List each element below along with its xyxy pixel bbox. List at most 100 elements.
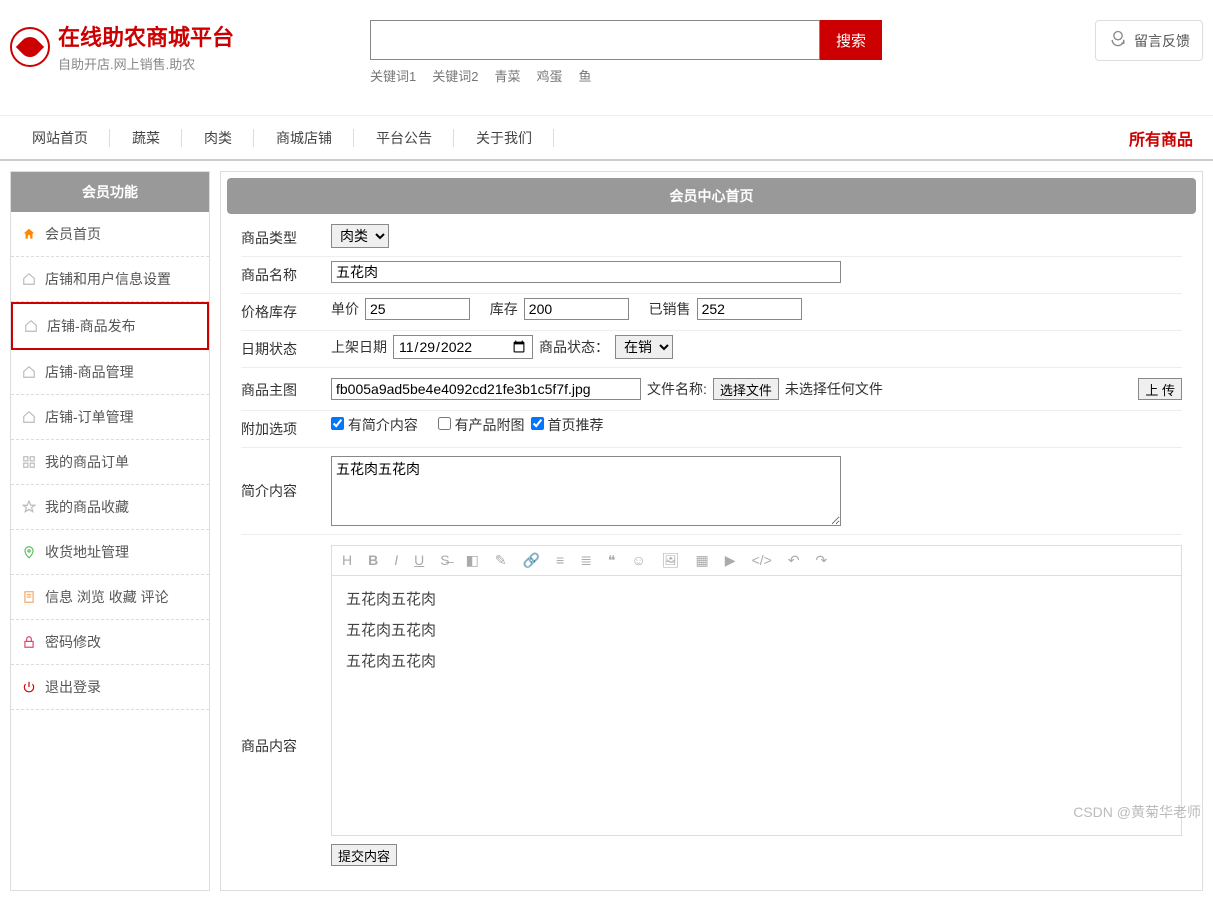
input-mainimg[interactable] xyxy=(331,378,641,400)
input-stock[interactable] xyxy=(524,298,629,320)
sidebar-item[interactable]: 信息 浏览 收藏 评论 xyxy=(11,575,209,620)
feedback-label: 留言反馈 xyxy=(1134,31,1190,51)
sidebar: 会员功能 会员首页店铺和用户信息设置店铺-商品发布店铺-商品管理店铺-订单管理我… xyxy=(10,171,210,891)
button-upload[interactable]: 上 传 xyxy=(1138,378,1182,400)
editor-line: 五花肉五花肉 xyxy=(346,619,1167,640)
sidebar-item-label: 我的商品订单 xyxy=(45,452,129,472)
tool-heading-icon[interactable]: H xyxy=(342,552,352,569)
editor-line: 五花肉五花肉 xyxy=(346,588,1167,609)
tool-italic-icon[interactable]: I xyxy=(394,552,398,569)
sidebar-item[interactable]: 店铺-订单管理 xyxy=(11,395,209,440)
sidebar-item[interactable]: 退出登录 xyxy=(11,665,209,710)
select-product-type[interactable]: 肉类 xyxy=(331,224,389,248)
button-choose-file[interactable]: 选择文件 xyxy=(713,378,779,400)
sidebar-item-label: 店铺和用户信息设置 xyxy=(45,269,171,289)
search-button[interactable]: 搜索 xyxy=(820,20,882,60)
logo-area: 在线助农商城平台 自助开店.网上销售.助农 xyxy=(10,20,370,73)
headset-icon xyxy=(1108,29,1128,52)
tool-quote-icon[interactable]: ❝ xyxy=(608,552,616,569)
keyword-link[interactable]: 鸡蛋 xyxy=(536,69,562,84)
tool-emoji-icon[interactable]: ☺ xyxy=(631,552,645,569)
content-area: 会员中心首页 商品类型 肉类 商品名称 价格库存 单价 xyxy=(220,171,1203,891)
tool-link-icon[interactable]: 🔗 xyxy=(523,552,540,569)
house-icon xyxy=(23,318,39,334)
input-product-name[interactable] xyxy=(331,261,841,283)
tool-image-icon[interactable]: 🖼 xyxy=(662,552,680,569)
select-status[interactable]: 在销 xyxy=(615,335,673,359)
nav-item[interactable]: 蔬菜 xyxy=(110,115,182,161)
sidebar-title: 会员功能 xyxy=(11,172,209,212)
tool-table-icon[interactable]: ▦ xyxy=(696,552,709,569)
input-onshelf-date[interactable] xyxy=(393,335,533,359)
label-extra: 附加选项 xyxy=(241,415,331,443)
textarea-brief[interactable]: 五花肉五花肉 xyxy=(331,456,841,526)
button-submit[interactable]: 提交内容 xyxy=(331,844,397,866)
house-icon xyxy=(21,364,37,380)
label-type: 商品类型 xyxy=(241,224,331,252)
content-title: 会员中心首页 xyxy=(227,178,1196,214)
nav-item[interactable]: 平台公告 xyxy=(354,115,454,161)
label-unit-price: 单价 xyxy=(331,299,359,319)
checkbox-home-rec[interactable]: 首页推荐 xyxy=(531,415,604,435)
search-input[interactable] xyxy=(370,20,820,60)
label-detail: 商品内容 xyxy=(241,616,331,760)
label-status: 商品状态： xyxy=(539,337,609,357)
label-onshelf: 上架日期 xyxy=(331,337,387,357)
house-icon xyxy=(21,271,37,287)
sidebar-item-label: 退出登录 xyxy=(45,677,101,697)
doc-icon xyxy=(21,589,37,605)
grid-icon xyxy=(21,454,37,470)
tool-color-icon[interactable]: ✎ xyxy=(495,552,507,569)
tool-bold-icon[interactable]: B xyxy=(368,552,378,569)
search-area: 搜索 关键词1 关键词2 青菜 鸡蛋 鱼 xyxy=(370,20,1053,85)
sidebar-item-label: 店铺-订单管理 xyxy=(45,407,134,427)
label-date-status: 日期状态 xyxy=(241,335,331,363)
sidebar-item-label: 收货地址管理 xyxy=(45,542,129,562)
tool-eraser-icon[interactable]: ◧ xyxy=(466,552,479,569)
lock-icon xyxy=(21,634,37,650)
keyword-link[interactable]: 鱼 xyxy=(579,69,592,84)
label-filename: 文件名称: xyxy=(647,379,707,399)
sidebar-item[interactable]: 店铺和用户信息设置 xyxy=(11,257,209,302)
nav-item[interactable]: 商城店铺 xyxy=(254,115,354,161)
tool-strike-icon[interactable]: S̶ xyxy=(440,552,449,569)
sidebar-item[interactable]: 会员首页 xyxy=(11,212,209,257)
sidebar-item[interactable]: 收货地址管理 xyxy=(11,530,209,575)
input-sold[interactable] xyxy=(697,298,802,320)
input-unit-price[interactable] xyxy=(365,298,470,320)
star-icon xyxy=(21,499,37,515)
nav-item[interactable]: 肉类 xyxy=(182,115,254,161)
label-mainimg: 商品主图 xyxy=(241,372,331,404)
editor-content[interactable]: 五花肉五花肉五花肉五花肉五花肉五花肉 xyxy=(331,576,1182,836)
tool-code-icon[interactable]: </> xyxy=(752,552,772,569)
tool-redo-icon[interactable]: ↷ xyxy=(816,552,828,569)
tool-list-icon[interactable]: ≡ xyxy=(556,552,564,569)
nav-all-products[interactable]: 所有商品 xyxy=(1129,126,1203,150)
tool-undo-icon[interactable]: ↶ xyxy=(788,552,800,569)
sidebar-item[interactable]: 我的商品订单 xyxy=(11,440,209,485)
label-sold: 已销售 xyxy=(649,299,691,319)
sidebar-item[interactable]: 我的商品收藏 xyxy=(11,485,209,530)
header: 在线助农商城平台 自助开店.网上销售.助农 搜索 关键词1 关键词2 青菜 鸡蛋 鱼 留… xyxy=(0,0,1213,95)
tool-underline-icon[interactable]: U xyxy=(414,552,424,569)
logo-icon xyxy=(10,27,50,67)
keyword-link[interactable]: 关键词1 xyxy=(370,69,416,84)
label-stock: 库存 xyxy=(490,299,518,319)
sidebar-item[interactable]: 店铺-商品发布 xyxy=(11,302,209,350)
nav-item[interactable]: 关于我们 xyxy=(454,115,554,161)
keyword-link[interactable]: 关键词2 xyxy=(432,69,478,84)
feedback-button[interactable]: 留言反馈 xyxy=(1095,20,1203,61)
sidebar-item-label: 店铺-商品发布 xyxy=(47,316,136,336)
checkbox-has-brief[interactable]: 有简介内容 xyxy=(331,415,418,435)
tool-align-icon[interactable]: ≣ xyxy=(580,552,592,569)
house-icon xyxy=(21,409,37,425)
keyword-link[interactable]: 青菜 xyxy=(494,69,520,84)
keyword-list: 关键词1 关键词2 青菜 鸡蛋 鱼 xyxy=(370,66,1053,85)
tool-video-icon[interactable]: ▶ xyxy=(725,552,736,569)
site-title: 在线助农商城平台 xyxy=(58,20,234,52)
sidebar-item-label: 店铺-商品管理 xyxy=(45,362,134,382)
nav-item[interactable]: 网站首页 xyxy=(10,115,110,161)
checkbox-has-attach[interactable]: 有产品附图 xyxy=(438,415,525,435)
sidebar-item[interactable]: 密码修改 xyxy=(11,620,209,665)
sidebar-item[interactable]: 店铺-商品管理 xyxy=(11,350,209,395)
